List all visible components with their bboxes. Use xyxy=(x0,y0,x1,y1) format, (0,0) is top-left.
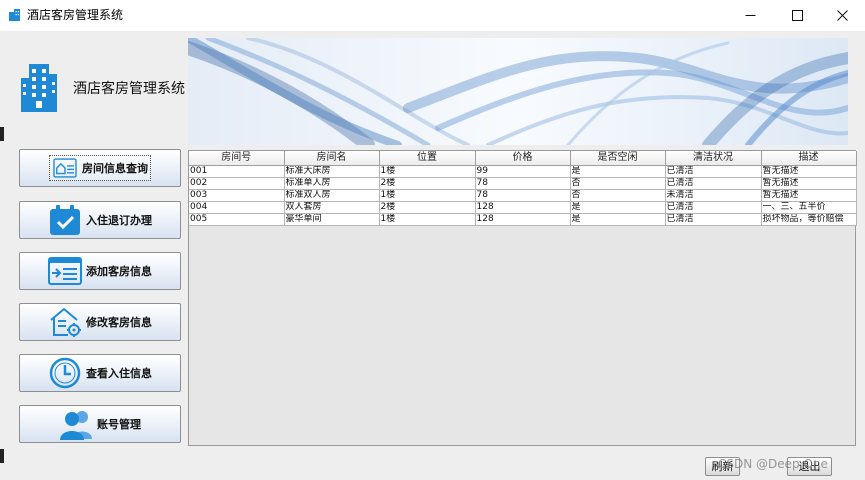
hotel-building-icon xyxy=(21,64,57,112)
checkin-checkout-button[interactable]: 入住退订办理 xyxy=(19,201,181,239)
house-card-icon xyxy=(53,158,77,178)
table-cell[interactable]: 1楼 xyxy=(379,213,476,226)
edge-mark xyxy=(0,449,4,463)
close-icon xyxy=(836,10,848,21)
table-cell[interactable]: 损坏物品，等价赔偿 xyxy=(761,213,857,226)
table-cell[interactable]: 已清洁 xyxy=(665,177,762,190)
users-icon xyxy=(60,411,92,440)
table-row[interactable]: 002 标准单人房 2楼 78 否 已清洁 暂无描述 xyxy=(189,177,857,190)
table-cell[interactable]: 标准双人房 xyxy=(284,189,380,202)
column-header[interactable]: 位置 xyxy=(379,151,476,166)
table-cell[interactable]: 豪华单间 xyxy=(284,213,380,226)
edit-room-button[interactable]: 修改客房信息 xyxy=(19,303,181,341)
menu-label: 修改客房信息 xyxy=(86,316,152,329)
edge-mark xyxy=(0,127,4,141)
table-cell[interactable]: 004 xyxy=(189,201,285,214)
table-cell[interactable]: 暂无描述 xyxy=(761,165,857,178)
column-header[interactable]: 房间号 xyxy=(189,151,285,166)
table-cell[interactable]: 1楼 xyxy=(379,189,476,202)
table-cell[interactable]: 否 xyxy=(570,177,666,190)
room-query-button[interactable]: 房间信息查询 xyxy=(19,149,181,187)
table-cell[interactable]: 78 xyxy=(475,189,571,202)
table-row[interactable]: 004 双人套房 2楼 128 是 已清洁 一、三、五半价 xyxy=(189,201,857,214)
app-icon xyxy=(9,9,20,21)
room-table-panel[interactable]: 房间号 房间名 位置 价格 是否空闲 清洁状况 描述 001 标准大床房 1楼 … xyxy=(188,150,857,446)
maximize-button[interactable] xyxy=(774,0,820,31)
table-cell[interactable]: 是 xyxy=(570,201,666,214)
banner-waves xyxy=(188,38,848,145)
table-header-row: 房间号 房间名 位置 价格 是否空闲 清洁状况 描述 xyxy=(189,151,857,166)
table-cell[interactable]: 一、三、五半价 xyxy=(761,201,857,214)
clock-icon xyxy=(49,357,81,389)
table-cell[interactable]: 标准单人房 xyxy=(284,177,380,190)
menu-label: 查看入住信息 xyxy=(86,367,152,380)
table-cell[interactable]: 未清洁 xyxy=(665,189,762,202)
table-cell[interactable]: 双人套房 xyxy=(284,201,380,214)
table-cell[interactable]: 001 xyxy=(189,165,285,178)
table-cell[interactable]: 005 xyxy=(189,213,285,226)
column-header[interactable]: 是否空闲 xyxy=(570,151,666,166)
column-header[interactable]: 价格 xyxy=(475,151,571,166)
table-cell[interactable]: 2楼 xyxy=(379,201,476,214)
minimize-button[interactable] xyxy=(727,0,773,31)
table-cell[interactable]: 是 xyxy=(570,213,666,226)
menu-label: 房间信息查询 xyxy=(82,162,148,175)
minimize-icon xyxy=(745,15,755,16)
table-row[interactable]: 003 标准双人房 1楼 78 否 未清洁 暂无描述 xyxy=(189,189,857,202)
table-cell[interactable]: 128 xyxy=(475,213,571,226)
calendar-check-icon xyxy=(50,205,80,235)
table-cell[interactable]: 002 xyxy=(189,177,285,190)
table-cell[interactable]: 标准大床房 xyxy=(284,165,380,178)
column-header[interactable]: 清洁状况 xyxy=(665,151,762,166)
brand-name: 酒店客房管理系统 xyxy=(73,81,185,97)
column-header[interactable]: 描述 xyxy=(761,151,857,166)
table-cell[interactable]: 否 xyxy=(570,189,666,202)
menu-label: 账号管理 xyxy=(97,418,141,431)
table-cell[interactable]: 128 xyxy=(475,201,571,214)
client-area: 酒店客房管理系统 房间信息查询 入住退订办理 添加客房信息 修改客房信息 查看入… xyxy=(0,31,865,480)
close-button[interactable] xyxy=(819,0,865,31)
add-room-button[interactable]: 添加客房信息 xyxy=(19,252,181,290)
table-cell[interactable]: 是 xyxy=(570,165,666,178)
header-banner-image xyxy=(188,38,848,145)
table-cell[interactable]: 2楼 xyxy=(379,177,476,190)
table-cell[interactable]: 78 xyxy=(475,177,571,190)
table-cell[interactable]: 1楼 xyxy=(379,165,476,178)
table-row[interactable]: 005 豪华单间 1楼 128 是 已清洁 损坏物品，等价赔偿 xyxy=(189,213,857,226)
title-bar[interactable]: 酒店客房管理系统 xyxy=(0,0,865,31)
menu-label: 添加客房信息 xyxy=(86,265,152,278)
table-row[interactable]: 001 标准大床房 1楼 99 是 已清洁 暂无描述 xyxy=(189,165,857,178)
table-cell[interactable]: 暂无描述 xyxy=(761,189,857,202)
menu-label: 入住退订办理 xyxy=(86,214,152,227)
table-cell[interactable]: 已清洁 xyxy=(665,201,762,214)
table-cell[interactable]: 暂无描述 xyxy=(761,177,857,190)
watermark-text: CSDN @Deep One xyxy=(718,457,828,471)
table-cell[interactable]: 已清洁 xyxy=(665,165,762,178)
house-settings-icon xyxy=(50,307,81,337)
room-table[interactable]: 房间号 房间名 位置 价格 是否空闲 清洁状况 描述 001 标准大床房 1楼 … xyxy=(189,151,857,226)
window-title: 酒店客房管理系统 xyxy=(27,8,124,22)
table-cell[interactable]: 003 xyxy=(189,189,285,202)
table-cell[interactable]: 99 xyxy=(475,165,571,178)
table-cell[interactable]: 已清洁 xyxy=(665,213,762,226)
column-header[interactable]: 房间名 xyxy=(284,151,380,166)
view-checkin-button[interactable]: 查看入住信息 xyxy=(19,354,181,392)
account-management-button[interactable]: 账号管理 xyxy=(19,405,181,443)
maximize-icon xyxy=(791,10,803,21)
add-list-icon xyxy=(48,257,82,285)
